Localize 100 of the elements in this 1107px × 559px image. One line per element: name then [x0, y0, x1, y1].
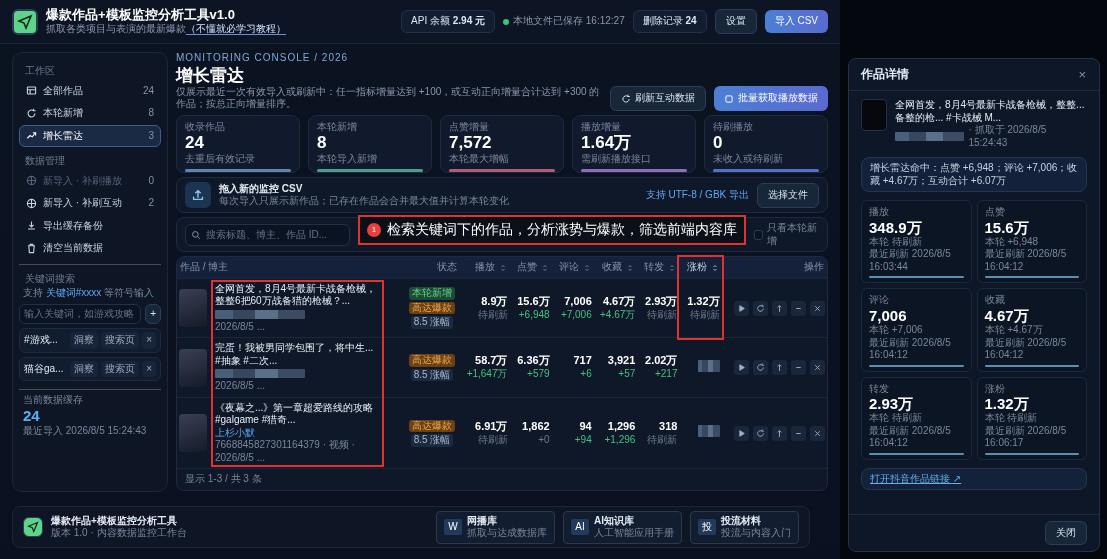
metric-value: 2.93万 [869, 395, 915, 412]
sort-icon [626, 263, 635, 272]
delete-button[interactable] [810, 300, 825, 316]
close-button[interactable]: × [1077, 67, 1087, 82]
work-title[interactable]: 全网首发，8月4号最新卡战备枪械，整整6把60万战备猎的枪械？... [215, 282, 380, 308]
column-header[interactable]: 收藏 [593, 257, 638, 279]
metric-change: +217 [653, 368, 678, 381]
sidebar-item[interactable]: 增长雷达 3 [19, 124, 161, 147]
play-icon-button[interactable] [734, 360, 749, 376]
stat-note: 去重后有效记录 [185, 152, 256, 166]
refresh-icon [756, 363, 765, 373]
dialog-close-button[interactable]: 关闭 [1045, 520, 1087, 545]
resource-link[interactable]: AI知识库 [594, 514, 674, 527]
resource-link[interactable]: 投流材料 [721, 514, 791, 527]
close-icon [813, 363, 822, 373]
keyword-label: #游戏... [24, 334, 58, 347]
stat-label: 点赞增量 [449, 120, 490, 134]
sidebar-item[interactable]: 本轮新增 8 [19, 102, 161, 125]
syntax-link[interactable]: 关键词#xxxx [45, 287, 102, 298]
refresh-data-button[interactable]: 刷新互动数据 [610, 86, 706, 111]
sidebar-item[interactable]: 新导入 · 补刷互动 2 [19, 192, 161, 215]
close-icon [813, 428, 822, 438]
metric-value: 1,862 [521, 419, 550, 434]
stat-label: 待刷播放 [713, 120, 754, 134]
cache-label: 当前数据缓存 [22, 394, 84, 407]
remove-keyword-button[interactable]: × [142, 332, 156, 349]
pin-up-button[interactable] [772, 360, 787, 376]
column-header[interactable]: 播放 [459, 257, 510, 279]
stat-note: 未收入或待刷新 [713, 152, 784, 166]
sort-icon [710, 263, 719, 272]
work-title[interactable]: 《夜幕之...》第一章超爱路线的攻略#galgame #猎奇... [215, 401, 380, 427]
metric-value: 4.67万 [601, 294, 636, 309]
play-icon-button[interactable] [734, 425, 749, 441]
status-tag: 高达爆款 [409, 301, 456, 315]
metric-change: +94 [573, 433, 592, 447]
refresh-button[interactable] [753, 425, 768, 441]
upload-icon [185, 182, 211, 209]
remove-keyword-button[interactable]: × [142, 360, 156, 377]
pixelated-block [895, 132, 965, 141]
choose-file-button[interactable]: 选择文件 [757, 183, 819, 208]
pagination-info: 显示 1-3 / 共 3 条 [177, 468, 827, 490]
import-csv-button[interactable]: 导入 CSV [764, 10, 828, 33]
refresh-icon [621, 93, 631, 104]
refresh-button[interactable] [753, 300, 768, 316]
sidebar-item[interactable]: 导出缓存备份 [19, 214, 161, 237]
keyword-action-button[interactable]: 搜索页 [101, 360, 140, 377]
metric-label: 转发 [869, 382, 890, 395]
pin-up-button[interactable] [772, 425, 787, 441]
resource-link[interactable]: 网播库 [467, 514, 547, 527]
add-keyword-button[interactable]: + [145, 303, 161, 324]
sort-icon [540, 263, 549, 272]
sort-icon [498, 263, 507, 272]
metric-label: 涨粉 [984, 382, 1006, 395]
settings-button[interactable]: 设置 [714, 9, 757, 34]
thumbnail-placeholder [179, 348, 207, 387]
link-mark-icon: AI [571, 519, 589, 535]
tutorial-link[interactable]: （不懂就必学习教程） [186, 23, 286, 36]
trash-icon [26, 242, 37, 254]
resource-description: 抓取与达成数据库 [467, 527, 547, 540]
search-icon [191, 229, 201, 240]
metric-value: 2.02万 [644, 354, 678, 369]
upload-title: 拖入新的监控 CSV [219, 182, 304, 195]
sidebar-item[interactable]: 全部作品 24 [19, 79, 161, 102]
keyword-input[interactable]: 输入关键词，如游戏攻略 [19, 303, 142, 324]
author-name[interactable]: 上杉小默 [215, 426, 380, 440]
section-heading: 数据管理 [24, 154, 66, 168]
metric-change: 待刷新 [476, 433, 508, 447]
sidebar-item[interactable]: 清空当前数据 [19, 237, 161, 260]
metric-change: +579 [526, 368, 550, 381]
refresh-time: 最近刷新 2026/8/5 16:04:12 [984, 248, 1068, 274]
delete-button[interactable] [810, 425, 825, 441]
column-header[interactable]: 涨粉 [679, 257, 722, 279]
metric-label: 评论 [869, 294, 890, 307]
only-new-checkbox[interactable] [754, 229, 763, 240]
refresh-icon [756, 303, 765, 313]
delete-records-button[interactable]: 删除记录 24 [632, 10, 707, 33]
work-title[interactable]: 完蛋！我被男同学包围了，将中生... #抽象 #二次... [215, 342, 380, 368]
column-header[interactable]: 点赞 [509, 257, 552, 279]
keyword-action-button[interactable]: 搜索页 [101, 332, 140, 349]
column-header[interactable]: 评论 [551, 257, 594, 279]
delete-button[interactable] [810, 360, 825, 376]
thumbnail-placeholder [179, 414, 207, 453]
refresh-button[interactable] [753, 360, 768, 376]
sort-icon [582, 263, 591, 272]
checkbox-label: 只看本轮新增 [766, 222, 818, 248]
play-icon-button[interactable] [734, 300, 749, 316]
footer-subtitle: 版本 1.0 · 内容数据监控工作台 [51, 527, 187, 540]
refresh-time: 最近刷新 2026/8/5 16:06:17 [984, 424, 1068, 450]
refresh-icon [26, 107, 37, 119]
dialog-title: 作品详情 [861, 67, 909, 82]
grid-icon [26, 85, 37, 97]
column-header[interactable]: 转发 [637, 257, 680, 279]
metric-value: 2.93万 [644, 294, 678, 309]
keyword-action-button[interactable]: 洞察 [70, 360, 99, 377]
metric-delta: 本轮 待刷新 [869, 412, 923, 425]
pin-up-button[interactable] [772, 300, 787, 316]
search-field[interactable]: 搜索标题、博主、作品 ID... [185, 223, 350, 246]
fetch-plays-button[interactable]: 批量获取播放数据 [714, 86, 828, 111]
stat-value: 1.64万 [581, 133, 633, 153]
keyword-action-button[interactable]: 洞察 [70, 332, 99, 349]
